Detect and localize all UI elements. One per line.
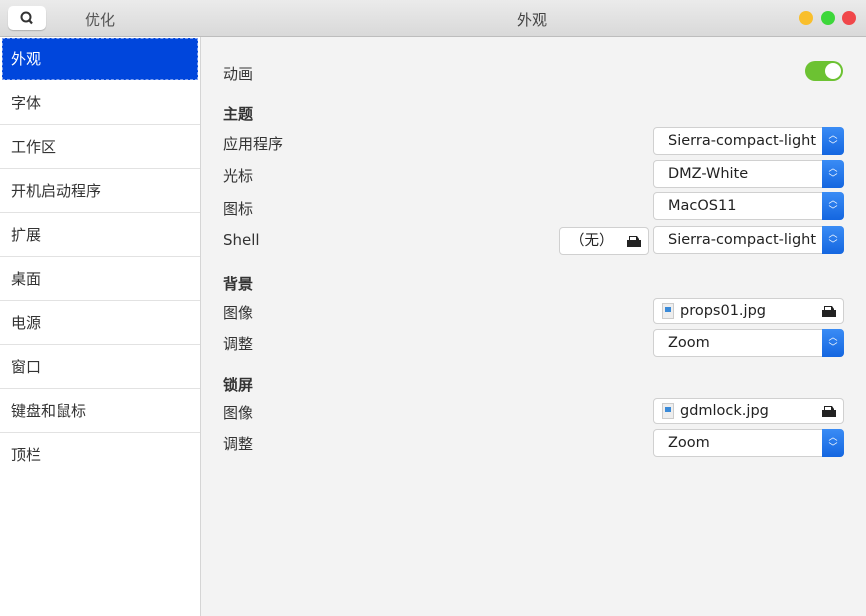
shell-theme-combo[interactable]: Sierra-compact-light ︿﹀ bbox=[653, 226, 844, 254]
background-header: 背景 bbox=[223, 273, 253, 294]
sidebar-item-windows[interactable]: 窗口 bbox=[0, 345, 200, 389]
combo-value: Zoom bbox=[668, 335, 710, 351]
lockscreen-image-label: 图像 bbox=[223, 402, 253, 423]
file-value: gdmlock.jpg bbox=[680, 403, 769, 419]
animation-label: 动画 bbox=[223, 63, 253, 84]
page-title: 外观 bbox=[517, 9, 547, 30]
cursor-label: 光标 bbox=[223, 165, 253, 186]
search-icon bbox=[8, 6, 46, 30]
sidebar-item-top-bar[interactable]: 顶栏 bbox=[0, 433, 200, 477]
close-button[interactable] bbox=[842, 11, 856, 25]
combo-value: Zoom bbox=[668, 435, 710, 451]
sidebar-item-startup[interactable]: 开机启动程序 bbox=[0, 169, 200, 213]
shell-label: Shell bbox=[223, 231, 260, 249]
minimize-button[interactable] bbox=[799, 11, 813, 25]
lockscreen-adjust-combo[interactable]: Zoom ︿﹀ bbox=[653, 429, 844, 457]
background-adjust-combo[interactable]: Zoom ︿﹀ bbox=[653, 329, 844, 357]
cursor-theme-combo[interactable]: DMZ-White ︿﹀ bbox=[653, 160, 844, 188]
file-value: （无） bbox=[570, 233, 614, 249]
combo-value: MacOS11 bbox=[668, 198, 736, 214]
animation-toggle[interactable] bbox=[805, 61, 843, 81]
chevron-updown-icon: ︿﹀ bbox=[822, 429, 844, 457]
chevron-updown-icon: ︿﹀ bbox=[822, 160, 844, 188]
file-value: props01.jpg bbox=[680, 303, 766, 319]
sidebar-item-workspaces[interactable]: 工作区 bbox=[0, 125, 200, 169]
sidebar-item-keyboard-mouse[interactable]: 键盘和鼠标 bbox=[0, 389, 200, 433]
search-button[interactable] bbox=[8, 6, 46, 30]
applications-theme-combo[interactable]: Sierra-compact-light ︿﹀ bbox=[653, 127, 844, 155]
open-folder-icon bbox=[821, 304, 837, 318]
chevron-updown-icon: ︿﹀ bbox=[822, 226, 844, 254]
icons-label: 图标 bbox=[223, 198, 253, 219]
app-title: 优化 bbox=[85, 9, 115, 30]
open-folder-icon bbox=[821, 404, 837, 418]
icons-theme-combo[interactable]: MacOS11 ︿﹀ bbox=[653, 192, 844, 220]
background-image-chooser[interactable]: props01.jpg bbox=[653, 298, 844, 324]
chevron-updown-icon: ︿﹀ bbox=[822, 192, 844, 220]
lockscreen-image-chooser[interactable]: gdmlock.jpg bbox=[653, 398, 844, 424]
themes-header: 主题 bbox=[223, 103, 253, 124]
maximize-button[interactable] bbox=[821, 11, 835, 25]
chevron-updown-icon: ︿﹀ bbox=[822, 329, 844, 357]
sidebar-item-fonts[interactable]: 字体 bbox=[0, 81, 200, 125]
sidebar-item-power[interactable]: 电源 bbox=[0, 301, 200, 345]
image-file-icon bbox=[662, 403, 674, 419]
applications-label: 应用程序 bbox=[223, 133, 283, 154]
combo-value: DMZ-White bbox=[668, 166, 748, 182]
image-file-icon bbox=[662, 303, 674, 319]
lockscreen-header: 锁屏 bbox=[223, 374, 253, 395]
shell-file-chooser[interactable]: （无） bbox=[559, 227, 649, 255]
combo-value: Sierra-compact-light bbox=[668, 232, 816, 248]
sidebar-item-extensions[interactable]: 扩展 bbox=[0, 213, 200, 257]
lockscreen-adjust-label: 调整 bbox=[223, 433, 253, 454]
combo-value: Sierra-compact-light bbox=[668, 133, 816, 149]
sidebar-item-desktop[interactable]: 桌面 bbox=[0, 257, 200, 301]
title-bar: 优化 外观 bbox=[0, 0, 866, 37]
open-folder-icon bbox=[626, 234, 642, 248]
sidebar: 外观 字体 工作区 开机启动程序 扩展 桌面 电源 窗口 键盘和鼠标 顶栏 bbox=[0, 37, 201, 616]
sidebar-item-appearance[interactable]: 外观 bbox=[2, 38, 198, 80]
background-adjust-label: 调整 bbox=[223, 333, 253, 354]
background-image-label: 图像 bbox=[223, 302, 253, 323]
chevron-updown-icon: ︿﹀ bbox=[822, 127, 844, 155]
